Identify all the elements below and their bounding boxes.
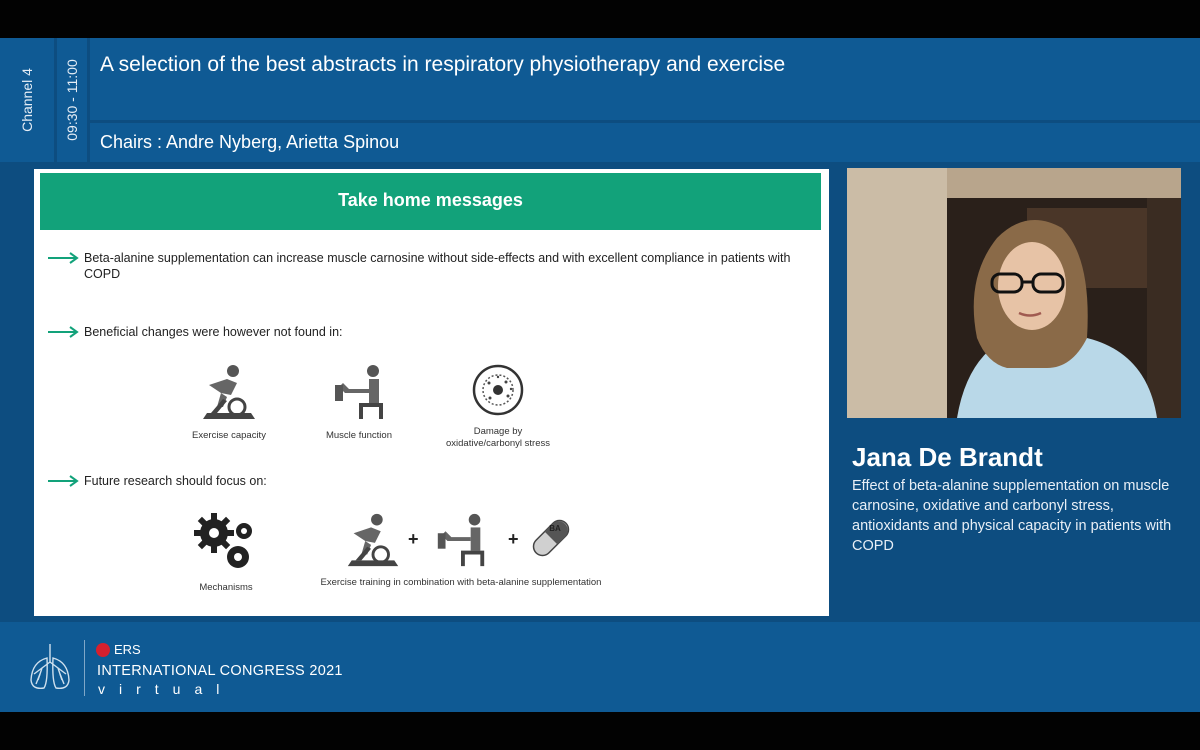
exercise-combo-icons: + + BA	[296, 511, 626, 573]
pill-capsule-icon: BA	[532, 519, 570, 557]
ers-brand: ERS	[96, 642, 141, 657]
time-tab: 09:30 - 11:00	[57, 38, 87, 162]
footer-branding: ERS INTERNATIONAL CONGRESS 2021 virtual	[0, 622, 1200, 712]
virtual-label: virtual	[98, 681, 234, 697]
bullet-3: Future research should focus on:	[46, 473, 267, 489]
arrow-right-icon	[48, 475, 79, 487]
gears-icon	[194, 513, 252, 568]
session-title-box: A selection of the best abstracts in res…	[90, 38, 1200, 120]
bullet-text: Beneficial changes were however not foun…	[84, 325, 343, 339]
speaker-video	[847, 168, 1181, 418]
arrow-right-icon	[48, 326, 79, 338]
abstract-title: Effect of beta-alanine supplementation o…	[852, 478, 1172, 554]
exercise-training-item: + + BA Exercise training in combination …	[296, 511, 626, 589]
slide-heading-bar: Take home messages	[40, 173, 821, 230]
channel-tab: Channel 4	[0, 38, 54, 162]
slide-heading: Take home messages	[338, 190, 523, 210]
session-title: A selection of the best abstracts in res…	[100, 53, 786, 76]
oxidative-damage-item: Damage by oxidative/carbonyl stress	[439, 363, 557, 450]
exercise-capacity-item: Exercise capacity	[184, 363, 274, 442]
leg-press-icon	[335, 365, 383, 419]
leg-press-icon	[437, 513, 485, 567]
chairs-label: Chairs : Andre Nyberg, Arietta Spinou	[100, 132, 400, 152]
ers-logo-icon	[96, 642, 110, 657]
cell-damage-icon	[472, 364, 524, 416]
session-time: 09:30 - 11:00	[64, 59, 80, 141]
icon-caption: Damage by oxidative/carbonyl stress	[445, 426, 551, 449]
speaker-name: Jana De Brandt	[852, 442, 1043, 472]
plus-sign: +	[508, 529, 519, 549]
muscle-function-item: Muscle function	[314, 363, 404, 442]
bullet-2: Beneficial changes were however not foun…	[46, 324, 343, 340]
icon-caption: Mechanisms	[199, 582, 253, 593]
channel-label: Channel 4	[19, 68, 35, 132]
chairs-box: Chairs : Andre Nyberg, Arietta Spinou	[90, 123, 1200, 162]
letterbox-top	[0, 0, 1200, 38]
mechanisms-item: Mechanisms	[184, 511, 268, 594]
ers-label: ERS	[114, 642, 141, 657]
icon-caption: Exercise capacity	[192, 430, 266, 441]
lungs-logo-icon	[30, 644, 70, 690]
speaker-video-feed	[847, 168, 1181, 418]
icon-caption: Exercise training in combination with be…	[320, 577, 602, 588]
plus-sign: +	[408, 529, 419, 549]
exercise-bike-icon	[203, 365, 255, 419]
footer-divider	[84, 640, 85, 696]
bullet-text: Beta-alanine supplementation can increas…	[84, 251, 791, 281]
letterbox-bottom	[0, 712, 1200, 750]
bullet-1: Beta-alanine supplementation can increas…	[46, 250, 806, 282]
pill-label: BA	[549, 524, 561, 533]
bullet-text: Future research should focus on:	[84, 474, 267, 488]
presentation-slide: Take home messages Beta-alanine suppleme…	[34, 169, 829, 616]
stream-stage: Channel 4 09:30 - 11:00 A selection of t…	[0, 38, 1200, 712]
arrow-right-icon	[48, 252, 79, 264]
congress-title: INTERNATIONAL CONGRESS 2021	[97, 663, 343, 679]
exercise-bike-icon	[347, 513, 399, 567]
icon-caption: Muscle function	[325, 430, 392, 441]
